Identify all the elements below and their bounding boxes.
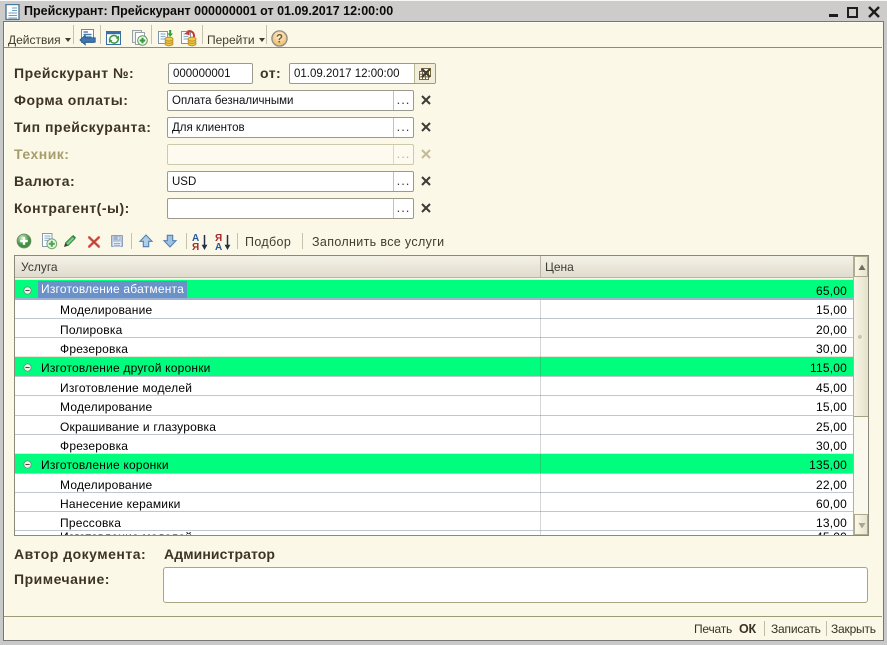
svg-text:А: А (215, 242, 222, 251)
svg-text:Я: Я (192, 242, 199, 251)
svg-text:?: ? (276, 34, 283, 46)
